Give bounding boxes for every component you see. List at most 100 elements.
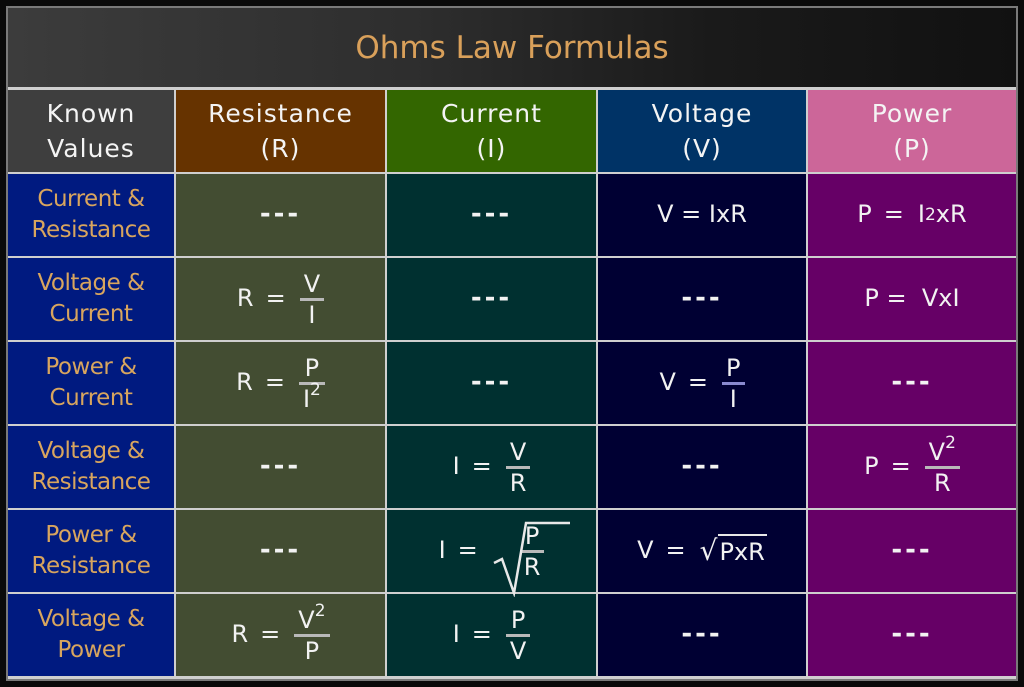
fraction: P V (505, 607, 531, 665)
formula-equals: = (883, 200, 904, 229)
title-bar: Ohms Law Formulas (8, 8, 1016, 90)
formula-lhs: I (438, 536, 446, 565)
formula-equals: = (471, 452, 492, 481)
row-label-power-resistance: Power & Resistance (8, 510, 174, 592)
denominator: V (509, 636, 527, 665)
table-title: Ohms Law Formulas (355, 29, 669, 66)
formula-equals: = (890, 452, 911, 481)
row-label-voltage-current: Voltage & Current (8, 258, 174, 340)
fraction: P I2 (298, 355, 325, 413)
row-label-line: Voltage & (37, 606, 145, 632)
formula-equals: = (264, 368, 285, 397)
fraction: V I (299, 269, 325, 329)
numerator-exponent: 2 (314, 600, 326, 621)
empty-marker: --- (259, 451, 302, 482)
cell-power-formula: P = I 2 xR (808, 174, 1016, 256)
numerator: V2 (294, 602, 329, 634)
row-label-line: Current (49, 301, 133, 327)
header-label: Voltage (651, 99, 753, 128)
header-label: Known (46, 99, 136, 128)
row-label-voltage-power: Voltage & Power (8, 594, 174, 676)
fraction: V2 R (924, 434, 960, 497)
denominator-base: I (302, 384, 311, 413)
header-symbol: (I) (476, 134, 507, 163)
empty-marker: --- (891, 619, 933, 650)
formula-equals: = (265, 284, 286, 313)
cell-current-empty: --- (387, 342, 596, 424)
row-label-line: Voltage & (37, 270, 145, 296)
cell-resistance-empty: --- (176, 510, 385, 592)
cell-current-empty: --- (387, 258, 596, 340)
formula: I = P R (438, 521, 570, 597)
cell-power-empty: --- (808, 594, 1016, 676)
row-label-line: Current (49, 385, 133, 411)
cell-resistance-empty: --- (176, 426, 385, 508)
header-current: Current (I) (387, 90, 596, 172)
formula-equals: = (665, 536, 686, 565)
fraction: V2 P (294, 602, 330, 665)
formula-equals: = (687, 368, 709, 397)
header-label: Power (871, 99, 953, 128)
header-known-values: Known Values (8, 90, 174, 172)
row-label-line: Current & (37, 186, 145, 212)
formula: P = V2 R (864, 434, 960, 497)
denominator: I (729, 384, 737, 413)
cell-resistance-formula: R = V I (176, 258, 385, 340)
formula-lhs: P (857, 200, 872, 229)
cell-resistance-formula: R = V2 P (176, 594, 385, 676)
formula: V = √ PxR (637, 533, 767, 568)
formula: V = P I (659, 353, 745, 413)
formula: I = P V (453, 607, 531, 664)
empty-marker: --- (681, 619, 723, 650)
empty-marker: --- (891, 535, 933, 566)
cell-voltage-empty: --- (598, 258, 806, 340)
denominator: R (509, 468, 527, 497)
header-symbol: (P) (893, 134, 931, 163)
numerator: P (726, 353, 741, 382)
formula: R = P I2 (236, 355, 325, 412)
cell-power-empty: --- (808, 342, 1016, 424)
cell-voltage-formula: V = P I (598, 342, 806, 424)
denominator: R (933, 468, 951, 497)
header-symbol: (V) (682, 134, 722, 163)
header-label: Current (441, 99, 542, 128)
denominator: I2 (299, 381, 325, 413)
row-label-line: Resistance (31, 469, 151, 495)
cell-voltage-empty: --- (598, 426, 806, 508)
empty-marker: --- (259, 535, 302, 566)
row-label-line: Resistance (31, 217, 151, 243)
empty-marker: --- (470, 283, 513, 314)
row-label-voltage-resistance: Voltage & Resistance (8, 426, 174, 508)
row-label-current-resistance: Current & Resistance (8, 174, 174, 256)
cell-voltage-empty: --- (598, 594, 806, 676)
header-label: Values (47, 134, 135, 163)
formula: I = V R (453, 439, 531, 496)
formula-lhs: R (236, 284, 254, 313)
formula-lhs: P (864, 452, 879, 481)
numerator-base: V (928, 437, 946, 466)
empty-marker: --- (891, 367, 933, 398)
square-root: P R (492, 521, 570, 597)
empty-marker: --- (259, 199, 302, 230)
row-label-power-current: Power & Current (8, 342, 174, 424)
formula-equals: = (471, 620, 492, 649)
cell-resistance-formula: R = P I2 (176, 342, 385, 424)
cell-current-formula: I = V R (387, 426, 596, 508)
cell-power-empty: --- (808, 510, 1016, 592)
formula-rest: xR (935, 200, 967, 229)
header-power: Power (P) (808, 90, 1016, 172)
header-voltage: Voltage (V) (598, 90, 806, 172)
denominator: I (308, 300, 316, 329)
numerator: V (303, 269, 321, 298)
numerator-base: V (298, 605, 315, 634)
cell-voltage-formula: V = √ PxR (598, 510, 806, 592)
square-root: √ PxR (700, 533, 767, 568)
empty-marker: --- (470, 199, 513, 230)
ohms-law-table: Ohms Law Formulas Known Values Resistance… (6, 6, 1018, 681)
empty-marker: --- (470, 367, 513, 398)
header-label: Resistance (208, 99, 353, 128)
row-label-line: Voltage & (37, 438, 145, 464)
formula-lhs: V (659, 368, 676, 397)
denominator: P (304, 636, 320, 665)
formula-lhs: I (452, 620, 460, 649)
